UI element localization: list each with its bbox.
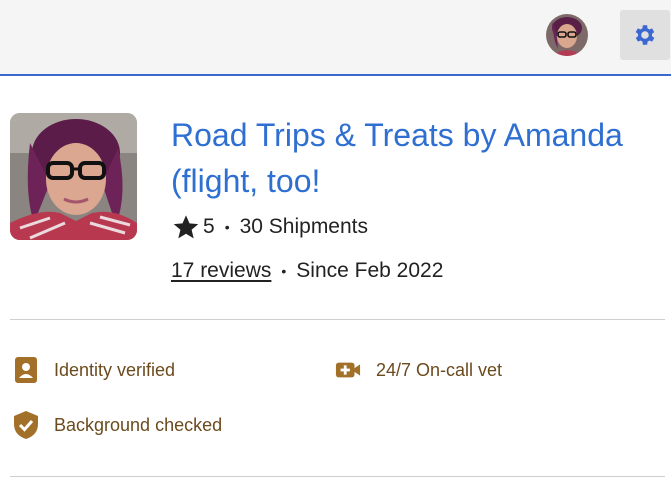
feature-background-checked: Background checked	[13, 410, 222, 440]
shipments-count: 30 Shipments	[239, 215, 369, 238]
reviews-link[interactable]: 17 reviews	[171, 259, 271, 283]
top-bar	[0, 0, 671, 76]
feature-label: Identity verified	[54, 359, 176, 380]
rating-value: 5	[203, 215, 215, 238]
profile-photo	[10, 113, 137, 240]
divider	[10, 319, 665, 320]
settings-button[interactable]	[620, 10, 670, 60]
profile-title: Road Trips & Treats by Amanda (flight, t…	[171, 117, 623, 199]
member-since: Since Feb 2022	[296, 259, 444, 282]
profile-photo-image	[10, 113, 137, 240]
reviews-row: 17 reviews • Since Feb 2022	[171, 256, 443, 286]
feature-identity-verified: Identity verified	[13, 355, 175, 385]
feature-label: 24/7 On-call vet	[376, 359, 503, 380]
star-icon	[173, 215, 199, 239]
user-avatar[interactable]	[546, 14, 588, 56]
identity-card-icon	[13, 355, 39, 385]
bullet-separator: •	[281, 263, 287, 279]
gear-icon	[635, 25, 655, 45]
rating-row: 5 • 30 Shipments	[171, 212, 368, 242]
video-plus-icon	[335, 355, 361, 385]
bullet-separator: •	[224, 219, 230, 235]
feature-on-call-vet: 24/7 On-call vet	[335, 355, 502, 385]
feature-label: Background checked	[54, 414, 223, 435]
divider	[10, 476, 665, 477]
shield-check-icon	[13, 410, 39, 440]
avatar-photo-icon	[546, 14, 588, 56]
